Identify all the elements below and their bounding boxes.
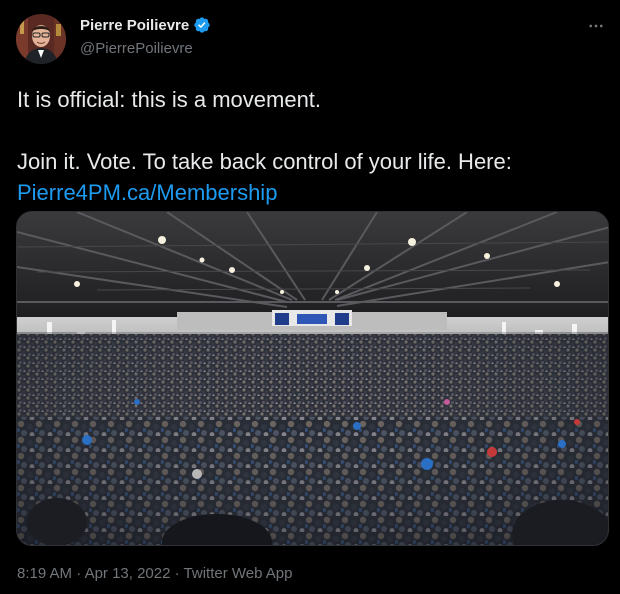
tweet-meta: 8:19 AM · Apr 13, 2022 · Twitter Web App bbox=[17, 565, 292, 582]
tweet: Pierre Poilievre @PierrePoilievre It is … bbox=[0, 0, 620, 594]
author-name[interactable]: Pierre Poilievre bbox=[80, 17, 189, 34]
author-avatar[interactable] bbox=[16, 14, 66, 64]
avatar-image bbox=[16, 14, 66, 64]
tweet-line-2: Join it. Vote. To take back control of y… bbox=[17, 149, 512, 174]
tweet-source[interactable]: Twitter Web App bbox=[184, 565, 293, 582]
membership-link[interactable]: Pierre4PM.ca/Membership bbox=[17, 180, 277, 205]
tweet-text: It is official: this is a movement. Join… bbox=[17, 84, 607, 208]
more-dots-icon bbox=[589, 24, 603, 28]
tweet-photo[interactable] bbox=[16, 211, 609, 546]
meta-separator: · bbox=[72, 565, 85, 582]
meta-separator: · bbox=[170, 565, 184, 582]
photo-icon bbox=[17, 212, 608, 545]
author-name-row[interactable]: Pierre Poilievre bbox=[80, 16, 211, 34]
tweet-time[interactable]: 8:19 AM bbox=[17, 565, 72, 582]
more-options-button[interactable] bbox=[584, 14, 608, 38]
author-handle[interactable]: @PierrePoilievre bbox=[80, 40, 193, 57]
tweet-line-1: It is official: this is a movement. bbox=[17, 87, 322, 112]
tweet-date[interactable]: Apr 13, 2022 bbox=[85, 565, 171, 582]
verified-badge-icon bbox=[193, 16, 211, 34]
